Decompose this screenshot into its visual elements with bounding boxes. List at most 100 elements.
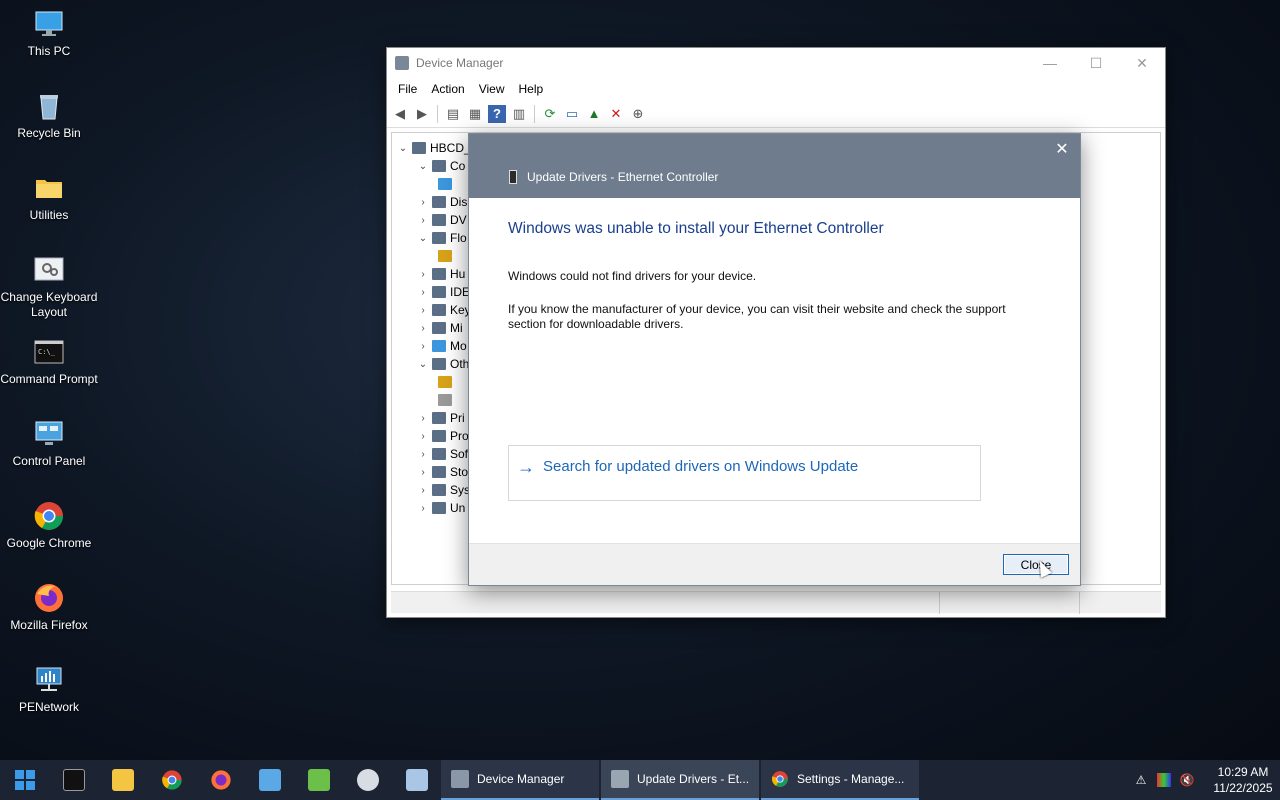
tree-node[interactable]: ⌄ HBCD_	[396, 139, 471, 157]
taskbar-calculator[interactable]	[392, 760, 441, 800]
enable-device-icon[interactable]: ▲	[585, 105, 603, 123]
menu-view[interactable]: View	[472, 82, 512, 96]
chevron-down-icon: ⌄	[418, 232, 428, 244]
tree-node[interactable]	[436, 373, 456, 391]
taskbar-command-prompt[interactable]	[49, 760, 98, 800]
desktop-icon-google-chrome[interactable]: Google Chrome	[0, 500, 98, 551]
help-icon[interactable]: ?	[488, 104, 506, 123]
taskbar-file-explorer[interactable]	[98, 760, 147, 800]
desktop-icon-utilities[interactable]: Utilities	[0, 172, 98, 223]
update-driver-icon[interactable]: ⟳	[541, 105, 559, 123]
tree-node[interactable]: › Sto	[416, 463, 468, 481]
minimize-icon[interactable]: —	[1027, 48, 1073, 78]
dialog-heading: Windows was unable to install your Ether…	[508, 220, 884, 237]
status-divider	[1079, 592, 1080, 614]
network-error-icon[interactable]: ⚠	[1131, 772, 1151, 788]
dialog-header: ✕ Update Drivers - Ethernet Controller	[469, 134, 1080, 198]
tree-node[interactable]: › Pro	[416, 427, 468, 445]
tree-node[interactable]: › Pri	[416, 409, 465, 427]
chevron-right-icon: ›	[421, 322, 425, 334]
tree-node[interactable]: › Mo	[416, 337, 466, 355]
close-icon[interactable]: ✕	[1052, 140, 1072, 160]
tree-node-label: Pri	[450, 411, 465, 425]
tree-node[interactable]: ⌄ Flo	[416, 229, 467, 247]
desktop-icon-mozilla-firefox[interactable]: Mozilla Firefox	[0, 582, 98, 633]
tree-node[interactable]: › IDE	[416, 283, 470, 301]
monitor-icon	[35, 11, 63, 36]
device-icon	[438, 178, 452, 190]
task-device-manager[interactable]: Device Manager	[441, 760, 599, 800]
category-icon	[432, 160, 446, 172]
tree-node[interactable]: › Sys	[416, 481, 470, 499]
taskbar-notepad[interactable]	[245, 760, 294, 800]
clock[interactable]: 10:29 AM 11/22/2025	[1206, 764, 1280, 796]
clock-time: 10:29 AM	[1217, 765, 1269, 779]
tree-node-label: Flo	[450, 231, 467, 245]
tree-node[interactable]: ⌄ Co	[416, 157, 466, 175]
tree-node[interactable]: ⌄ Oth	[416, 355, 470, 373]
back-arrow-icon[interactable]: ◀	[391, 105, 409, 123]
tree-node-label: Sys	[450, 483, 471, 497]
search-windows-update-option[interactable]: → Search for updated drivers on Windows …	[508, 445, 981, 501]
download-icon[interactable]: ⊕	[629, 105, 647, 123]
uninstall-device-icon[interactable]: ✕	[607, 105, 625, 123]
menu-file[interactable]: File	[391, 82, 424, 96]
desktop-icon-recycle-bin[interactable]: Recycle Bin	[0, 90, 98, 141]
tree-node[interactable]	[436, 391, 456, 409]
task-chrome-settings[interactable]: Settings - Manage...	[761, 760, 919, 800]
close-icon[interactable]: ✕	[1119, 48, 1165, 78]
taskbar-paint[interactable]	[343, 760, 392, 800]
tree-node[interactable]: › Sof	[416, 445, 468, 463]
menu-help[interactable]: Help	[512, 82, 551, 96]
properties-icon[interactable]: ▦	[466, 105, 484, 123]
desktop-icon-control-panel[interactable]: Control Panel	[0, 418, 98, 469]
dialog-instructions: If you know the manufacturer of your dev…	[508, 302, 1006, 331]
taskbar-firefox[interactable]	[196, 760, 245, 800]
desktop-icon-label: This PC	[27, 44, 71, 58]
taskbar-task-manager[interactable]	[294, 760, 343, 800]
chevron-right-icon: ›	[421, 214, 425, 226]
action-pane-icon[interactable]: ▥	[510, 105, 528, 123]
tree-node[interactable]: › Un	[416, 499, 465, 517]
tree-node[interactable]: › Key	[416, 301, 470, 319]
tree-node-label: Un	[450, 501, 466, 515]
chevron-down-icon: ⌄	[418, 160, 428, 172]
tree-node[interactable]: › Mi	[416, 319, 463, 337]
dialog-message: Windows could not find drivers for your …	[508, 269, 757, 283]
maximize-icon[interactable]: ☐	[1073, 48, 1119, 78]
chrome-icon	[161, 770, 182, 790]
unknown-device-icon	[438, 394, 452, 406]
tree-node[interactable]: › Dis	[416, 193, 467, 211]
start-button[interactable]	[0, 760, 49, 800]
tree-node[interactable]: › Hu	[416, 265, 465, 283]
tree-node-label: Mi	[450, 321, 463, 335]
volume-muted-icon[interactable]: 🔇	[1177, 772, 1197, 788]
chevron-right-icon: ›	[421, 448, 425, 460]
category-icon	[432, 430, 446, 442]
firefox-icon	[210, 770, 231, 790]
tree-node[interactable]: › DV	[416, 211, 466, 229]
tree-node[interactable]	[436, 247, 456, 265]
tree-node-label: Dis	[450, 195, 468, 209]
category-icon	[432, 286, 446, 298]
task-update-drivers[interactable]: Update Drivers - Et...	[601, 760, 759, 800]
tree-node[interactable]	[436, 175, 456, 193]
desktop-icon-change-keyboard-layout[interactable]: Change Keyboard Layout	[0, 254, 98, 320]
folder-icon	[111, 769, 134, 791]
status-bar	[391, 591, 1161, 614]
chevron-right-icon: ›	[421, 340, 425, 352]
tree-node-label: Sof	[450, 447, 469, 461]
device-manager-icon	[451, 770, 469, 788]
color-settings-icon[interactable]	[1157, 773, 1171, 787]
menu-action[interactable]: Action	[424, 82, 471, 96]
desktop-icon-penetwork[interactable]: PENetwork	[0, 664, 98, 715]
forward-arrow-icon[interactable]: ▶	[413, 105, 431, 123]
tree-node-label: Sto	[450, 465, 469, 479]
tree-node-label: HBCD_	[430, 141, 471, 155]
chevron-right-icon: ›	[421, 304, 425, 316]
show-hide-console-tree-icon[interactable]: ▤	[444, 105, 462, 123]
desktop-icon-command-prompt[interactable]: C:\_ Command Prompt	[0, 336, 98, 387]
scan-hardware-icon[interactable]: ▭	[563, 105, 581, 123]
taskbar-chrome[interactable]	[147, 760, 196, 800]
desktop-icon-this-pc[interactable]: This PC	[0, 8, 98, 59]
